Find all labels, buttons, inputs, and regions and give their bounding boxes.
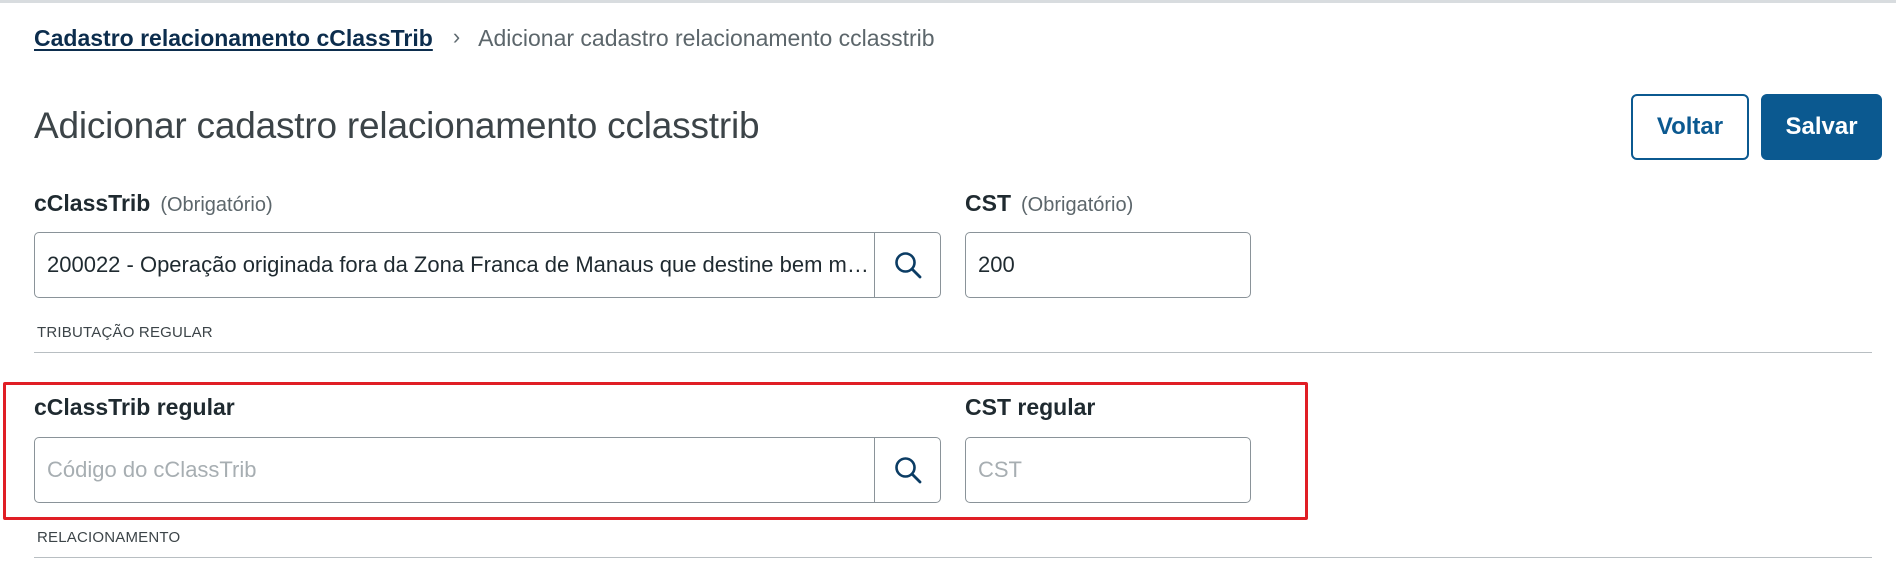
cst-field[interactable]: 200 [965, 232, 1251, 298]
cclasstrib-input[interactable]: 200022 - Operação originada fora da Zona… [35, 252, 874, 278]
cclasstrib-search-button[interactable] [874, 233, 940, 297]
section-title-relacionamento: RELACIONAMENTO [37, 529, 181, 546]
cclasstrib-regular-input[interactable]: Código do cClassTrib [35, 457, 874, 483]
cst-label-text: CST [965, 190, 1011, 216]
cst-regular-field[interactable]: CST [965, 437, 1251, 503]
cst-input[interactable]: 200 [966, 252, 1250, 278]
cclasstrib-regular-label: cClassTrib regular [34, 394, 235, 420]
cst-label: CST (Obrigatório) [965, 189, 1133, 219]
chevron-right-icon: › [452, 24, 461, 49]
cclasstrib-label-text: cClassTrib [34, 190, 151, 216]
breadcrumb-parent-link[interactable]: Cadastro relacionamento cClassTrib [34, 24, 433, 52]
cst-regular-input[interactable]: CST [966, 457, 1250, 483]
cst-regular-label: CST regular [965, 394, 1096, 420]
cclasstrib-required-hint: (Obrigatório) [160, 194, 273, 216]
back-button[interactable]: Voltar [1631, 94, 1749, 160]
breadcrumb: Cadastro relacionamento cClassTrib › Adi… [34, 24, 935, 52]
cclasstrib-label: cClassTrib (Obrigatório) [34, 189, 273, 219]
cclasstrib-regular-field[interactable]: Código do cClassTrib [34, 437, 941, 503]
section-divider [34, 352, 1872, 353]
cclasstrib-regular-search-button[interactable] [874, 438, 940, 502]
page-title: Adicionar cadastro relacionamento cclass… [34, 105, 760, 146]
save-button[interactable]: Salvar [1761, 94, 1882, 160]
breadcrumb-current: Adicionar cadastro relacionamento cclass… [478, 25, 935, 51]
section-divider [34, 557, 1872, 558]
cclasstrib-input-value: 200022 - Operação originada fora da Zona… [47, 252, 874, 277]
section-title-tributacao-regular: TRIBUTAÇÃO REGULAR [37, 324, 213, 341]
cclasstrib-field[interactable]: 200022 - Operação originada fora da Zona… [34, 232, 941, 298]
search-icon [894, 457, 921, 484]
search-icon [894, 252, 921, 279]
top-divider [0, 0, 1896, 3]
cst-required-hint: (Obrigatório) [1021, 194, 1134, 216]
